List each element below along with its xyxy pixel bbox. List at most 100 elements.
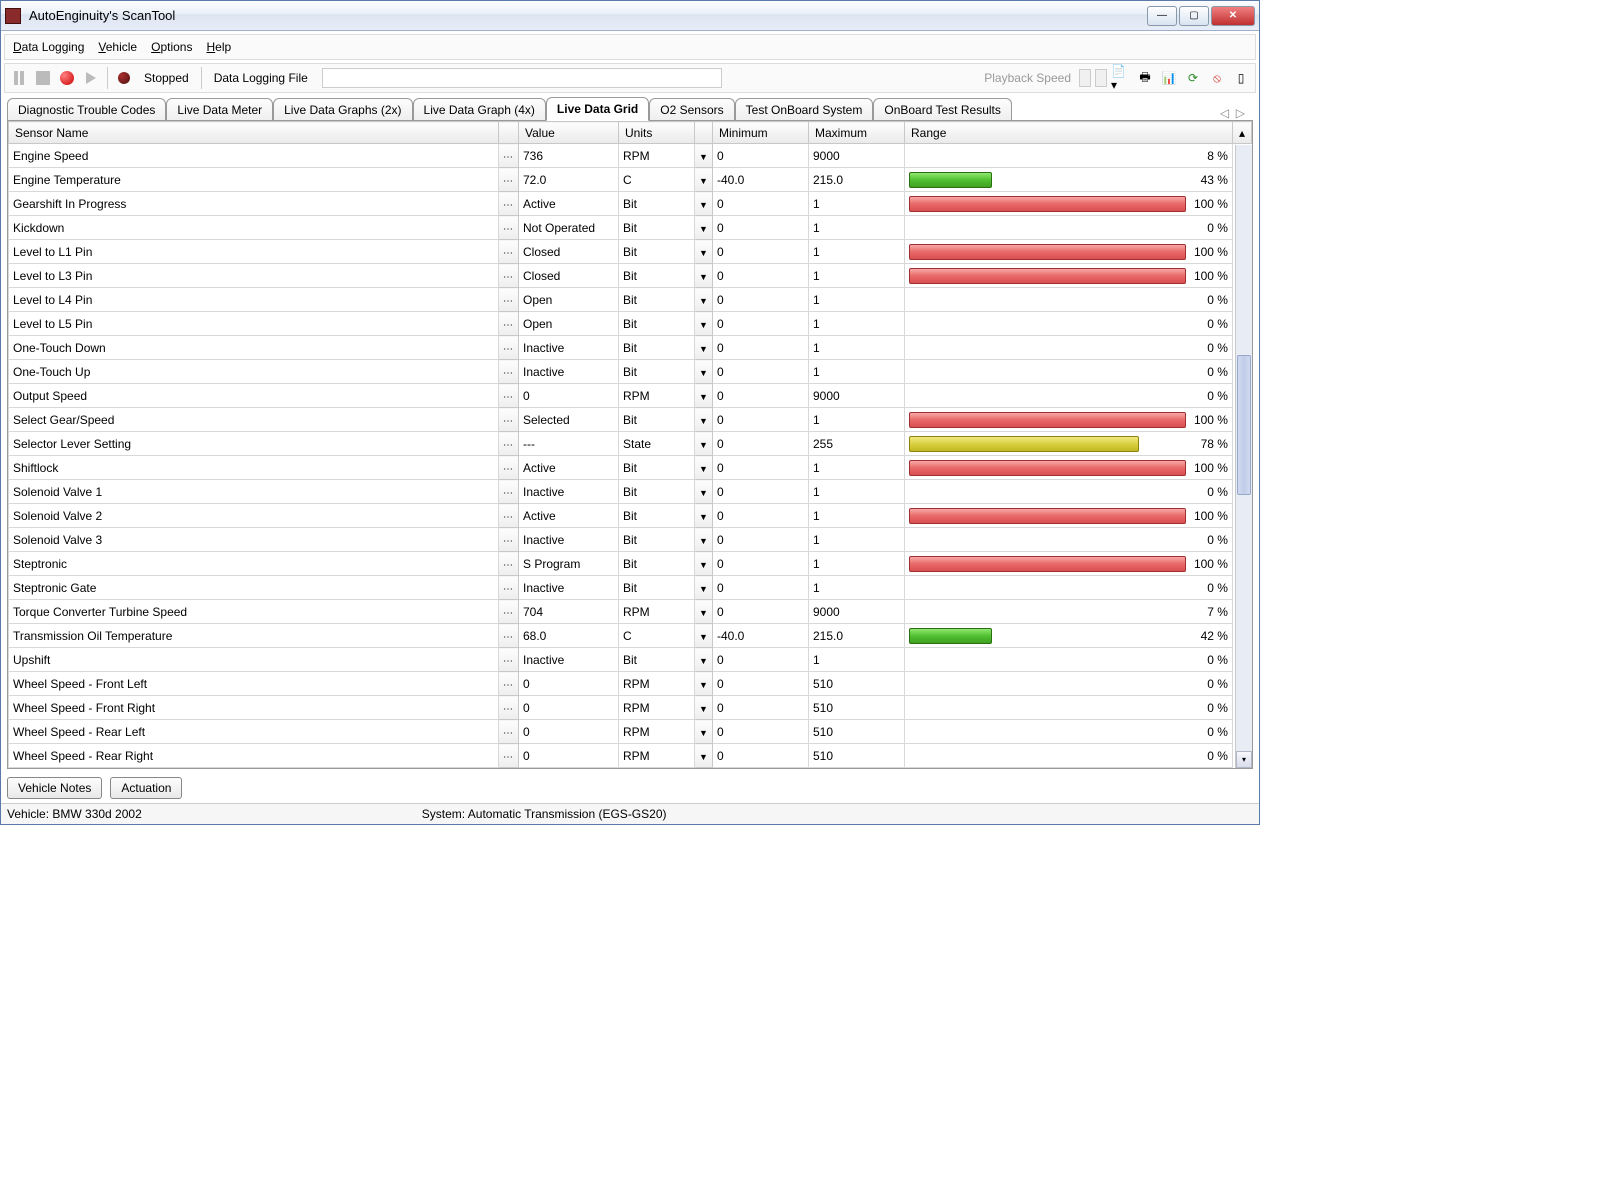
min-cell[interactable]: 0 — [713, 696, 809, 720]
sensor-name-cell[interactable]: Wheel Speed - Front Left — [9, 672, 499, 696]
min-cell[interactable]: 0 — [713, 144, 809, 168]
sensor-name-cell[interactable]: Level to L4 Pin — [9, 288, 499, 312]
sensor-name-cell[interactable]: Steptronic Gate — [9, 576, 499, 600]
max-cell[interactable]: 1 — [809, 216, 905, 240]
max-cell[interactable]: 1 — [809, 648, 905, 672]
row-options-button[interactable]: ⋯ — [499, 600, 519, 624]
min-cell[interactable]: 0 — [713, 480, 809, 504]
units-dropdown[interactable]: ▼ — [695, 144, 713, 168]
tab-onboard-test-results[interactable]: OnBoard Test Results — [873, 98, 1012, 121]
row-options-button[interactable]: ⋯ — [499, 216, 519, 240]
value-cell[interactable]: Inactive — [519, 528, 619, 552]
max-cell[interactable]: 1 — [809, 480, 905, 504]
sensor-name-cell[interactable]: Solenoid Valve 3 — [9, 528, 499, 552]
col-value[interactable]: Value — [519, 122, 619, 144]
units-dropdown[interactable]: ▼ — [695, 552, 713, 576]
value-cell[interactable]: 0 — [519, 672, 619, 696]
row-options-button[interactable]: ⋯ — [499, 240, 519, 264]
tab-test-onboard-system[interactable]: Test OnBoard System — [735, 98, 874, 121]
min-cell[interactable]: 0 — [713, 648, 809, 672]
row-options-button[interactable]: ⋯ — [499, 720, 519, 744]
menu-vehicle[interactable]: Vehicle — [98, 40, 137, 54]
value-cell[interactable]: Inactive — [519, 360, 619, 384]
min-cell[interactable]: 0 — [713, 504, 809, 528]
row-options-button[interactable]: ⋯ — [499, 528, 519, 552]
row-options-button[interactable]: ⋯ — [499, 696, 519, 720]
value-cell[interactable]: S Program — [519, 552, 619, 576]
menu-data-logging[interactable]: Data Logging — [13, 40, 84, 54]
row-options-button[interactable]: ⋯ — [499, 336, 519, 360]
row-options-button[interactable]: ⋯ — [499, 288, 519, 312]
min-cell[interactable]: 0 — [713, 408, 809, 432]
units-dropdown[interactable]: ▼ — [695, 312, 713, 336]
max-cell[interactable]: 1 — [809, 504, 905, 528]
scrollbar-thumb[interactable] — [1237, 355, 1251, 495]
sensor-name-cell[interactable]: Shiftlock — [9, 456, 499, 480]
sensor-name-cell[interactable]: Select Gear/Speed — [9, 408, 499, 432]
max-cell[interactable]: 1 — [809, 336, 905, 360]
tab-live-data-grid[interactable]: Live Data Grid — [546, 97, 649, 121]
tab-live-data-meter[interactable]: Live Data Meter — [166, 98, 273, 121]
sensor-name-cell[interactable]: Wheel Speed - Rear Right — [9, 744, 499, 768]
sensor-name-cell[interactable]: Engine Temperature — [9, 168, 499, 192]
units-dropdown[interactable]: ▼ — [695, 192, 713, 216]
value-cell[interactable]: 0 — [519, 384, 619, 408]
value-cell[interactable]: Closed — [519, 240, 619, 264]
export-icon[interactable]: 📊 — [1159, 68, 1179, 88]
value-cell[interactable]: Active — [519, 504, 619, 528]
max-cell[interactable]: 1 — [809, 360, 905, 384]
min-cell[interactable]: 0 — [713, 336, 809, 360]
min-cell[interactable]: 0 — [713, 552, 809, 576]
col-minimum[interactable]: Minimum — [713, 122, 809, 144]
value-cell[interactable]: 68.0 — [519, 624, 619, 648]
row-options-button[interactable]: ⋯ — [499, 456, 519, 480]
scroll-up-icon[interactable]: ▴ — [1232, 122, 1251, 144]
row-options-button[interactable]: ⋯ — [499, 576, 519, 600]
playback-slider-min[interactable] — [1079, 69, 1091, 87]
stop-button[interactable] — [33, 68, 53, 88]
refresh-icon[interactable]: ⟳ — [1183, 68, 1203, 88]
row-options-button[interactable]: ⋯ — [499, 744, 519, 768]
units-dropdown[interactable]: ▼ — [695, 480, 713, 504]
min-cell[interactable]: 0 — [713, 216, 809, 240]
value-cell[interactable]: 704 — [519, 600, 619, 624]
row-options-button[interactable]: ⋯ — [499, 648, 519, 672]
units-dropdown[interactable]: ▼ — [695, 600, 713, 624]
value-cell[interactable]: 0 — [519, 744, 619, 768]
row-options-button[interactable]: ⋯ — [499, 312, 519, 336]
row-options-button[interactable]: ⋯ — [499, 384, 519, 408]
sensor-name-cell[interactable]: Upshift — [9, 648, 499, 672]
sensor-name-cell[interactable]: Wheel Speed - Front Right — [9, 696, 499, 720]
max-cell[interactable]: 510 — [809, 696, 905, 720]
max-cell[interactable]: 1 — [809, 456, 905, 480]
sensor-name-cell[interactable]: Solenoid Valve 1 — [9, 480, 499, 504]
sensor-name-cell[interactable]: Selector Lever Setting — [9, 432, 499, 456]
col-units[interactable]: Units — [619, 122, 695, 144]
col-maximum[interactable]: Maximum — [809, 122, 905, 144]
sensor-name-cell[interactable]: Steptronic — [9, 552, 499, 576]
row-options-button[interactable]: ⋯ — [499, 480, 519, 504]
units-dropdown[interactable]: ▼ — [695, 576, 713, 600]
min-cell[interactable]: 0 — [713, 744, 809, 768]
min-cell[interactable]: 0 — [713, 672, 809, 696]
units-dropdown[interactable]: ▼ — [695, 696, 713, 720]
units-dropdown[interactable]: ▼ — [695, 720, 713, 744]
units-dropdown[interactable]: ▼ — [695, 216, 713, 240]
vehicle-notes-button[interactable]: Vehicle Notes — [7, 777, 102, 799]
max-cell[interactable]: 1 — [809, 264, 905, 288]
row-options-button[interactable]: ⋯ — [499, 144, 519, 168]
sensor-name-cell[interactable]: One-Touch Down — [9, 336, 499, 360]
minimize-button[interactable]: — — [1147, 6, 1177, 26]
max-cell[interactable]: 9000 — [809, 384, 905, 408]
value-cell[interactable]: Open — [519, 312, 619, 336]
sensor-name-cell[interactable]: Transmission Oil Temperature — [9, 624, 499, 648]
sensor-name-cell[interactable]: Torque Converter Turbine Speed — [9, 600, 499, 624]
row-options-button[interactable]: ⋯ — [499, 408, 519, 432]
sensor-name-cell[interactable]: Level to L1 Pin — [9, 240, 499, 264]
pause-button[interactable] — [9, 68, 29, 88]
row-options-button[interactable]: ⋯ — [499, 432, 519, 456]
units-dropdown[interactable]: ▼ — [695, 288, 713, 312]
value-cell[interactable]: Closed — [519, 264, 619, 288]
print-icon[interactable]: 🖶 — [1135, 68, 1155, 88]
units-dropdown[interactable]: ▼ — [695, 360, 713, 384]
